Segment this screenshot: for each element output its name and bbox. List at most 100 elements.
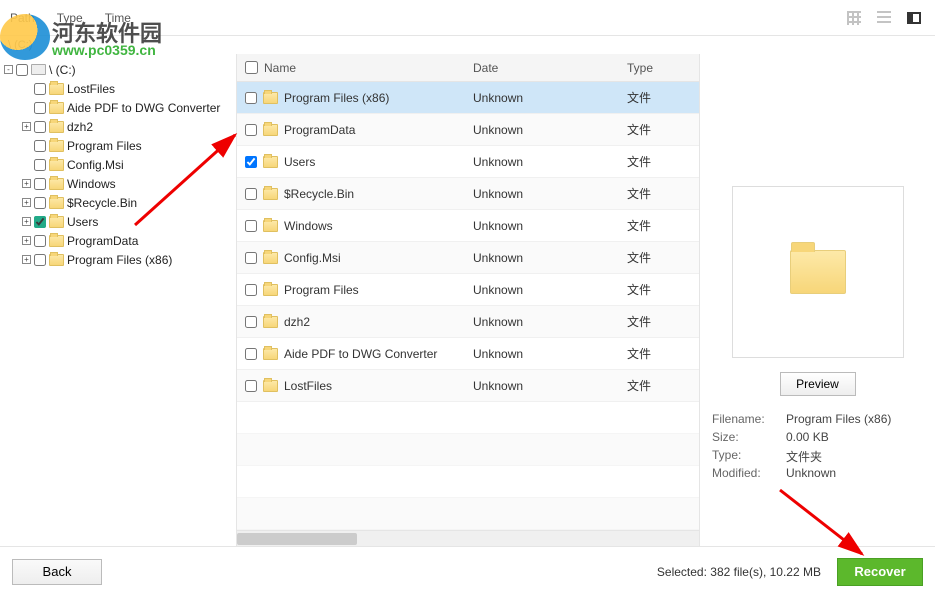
col-type[interactable]: Type (621, 61, 699, 75)
tree-checkbox[interactable] (34, 216, 46, 228)
horizontal-scrollbar[interactable] (237, 530, 699, 546)
tree-item[interactable]: Config.Msi (4, 155, 232, 174)
tree-checkbox[interactable] (34, 254, 46, 266)
expander-icon[interactable]: + (22, 236, 31, 245)
tree-checkbox[interactable] (34, 83, 46, 95)
view-grid-icon[interactable] (847, 11, 861, 25)
row-checkbox[interactable] (245, 380, 257, 392)
tree-item[interactable]: +Program Files (x86) (4, 250, 232, 269)
row-checkbox[interactable] (245, 124, 257, 136)
tree-checkbox[interactable] (16, 64, 28, 76)
row-date: Unknown (467, 379, 621, 393)
view-detail-icon[interactable] (907, 12, 921, 24)
tree-item[interactable]: +Users (4, 212, 232, 231)
col-date[interactable]: Date (467, 61, 621, 75)
tab-time[interactable]: Time (105, 11, 131, 25)
row-checkbox[interactable] (245, 92, 257, 104)
tree-checkbox[interactable] (34, 159, 46, 171)
row-type: 文件 (621, 345, 699, 362)
file-metadata: Filename:Program Files (x86)Size:0.00 KB… (712, 412, 923, 484)
row-date: Unknown (467, 91, 621, 105)
table-row[interactable]: $Recycle.BinUnknown文件 (237, 178, 699, 210)
tree-item[interactable]: Program Files (4, 136, 232, 155)
meta-row: Size:0.00 KB (712, 430, 923, 448)
tree-item[interactable]: Aide PDF to DWG Converter (4, 98, 232, 117)
row-date: Unknown (467, 219, 621, 233)
row-name: Config.Msi (284, 251, 341, 265)
folder-icon (49, 159, 64, 171)
meta-key: Filename: (712, 412, 786, 430)
tree-checkbox[interactable] (34, 178, 46, 190)
row-type: 文件 (621, 249, 699, 266)
tree-label: $Recycle.Bin (67, 196, 137, 210)
folder-icon (49, 235, 64, 247)
folder-icon (263, 92, 278, 104)
tree-item[interactable]: +dzh2 (4, 117, 232, 136)
row-checkbox[interactable] (245, 156, 257, 168)
folder-icon (263, 156, 278, 168)
row-checkbox[interactable] (245, 316, 257, 328)
preview-thumbnail (732, 186, 904, 358)
folder-icon (263, 284, 278, 296)
row-name: LostFiles (284, 379, 332, 393)
tree-checkbox[interactable] (34, 235, 46, 247)
folder-icon (49, 197, 64, 209)
tree-item[interactable]: -\ (C:) (4, 60, 232, 79)
preview-panel: Preview Filename:Program Files (x86)Size… (700, 54, 935, 546)
table-row[interactable]: dzh2Unknown文件 (237, 306, 699, 338)
tree-checkbox[interactable] (34, 121, 46, 133)
tree-label: Program Files (67, 139, 142, 153)
row-checkbox[interactable] (245, 252, 257, 264)
folder-icon (49, 216, 64, 228)
row-date: Unknown (467, 123, 621, 137)
row-type: 文件 (621, 377, 699, 394)
back-button[interactable]: Back (12, 559, 102, 585)
row-checkbox[interactable] (245, 284, 257, 296)
tree-checkbox[interactable] (34, 102, 46, 114)
row-name: Windows (284, 219, 333, 233)
folder-icon (263, 380, 278, 392)
expander-icon[interactable]: + (22, 198, 31, 207)
table-row[interactable]: Aide PDF to DWG ConverterUnknown文件 (237, 338, 699, 370)
tree-item[interactable]: LostFiles (4, 79, 232, 98)
tab-path[interactable]: Path (10, 11, 35, 25)
row-checkbox[interactable] (245, 220, 257, 232)
recover-button[interactable]: Recover (837, 558, 923, 586)
expander-icon[interactable]: + (22, 255, 31, 264)
expander-icon[interactable]: - (4, 65, 13, 74)
folder-icon (263, 220, 278, 232)
tree-label: Aide PDF to DWG Converter (67, 101, 220, 115)
tab-type[interactable]: Type (57, 11, 83, 25)
table-row[interactable]: WindowsUnknown文件 (237, 210, 699, 242)
col-name[interactable]: Name (264, 61, 296, 75)
table-row[interactable]: UsersUnknown文件 (237, 146, 699, 178)
expander-icon[interactable]: + (22, 122, 31, 131)
header-checkbox[interactable] (245, 61, 258, 74)
folder-icon (49, 140, 64, 152)
tree-checkbox[interactable] (34, 140, 46, 152)
view-list-icon[interactable] (877, 11, 891, 25)
folder-icon (790, 250, 846, 294)
table-row[interactable]: Program Files (x86)Unknown文件 (237, 82, 699, 114)
folder-icon (49, 178, 64, 190)
row-checkbox[interactable] (245, 348, 257, 360)
folder-icon (263, 188, 278, 200)
tree-item[interactable]: + $Recycle.Bin (4, 193, 232, 212)
expander-icon (22, 160, 31, 169)
folder-icon (263, 316, 278, 328)
table-row[interactable]: LostFiles Unknown文件 (237, 370, 699, 402)
expander-icon[interactable]: + (22, 217, 31, 226)
table-row[interactable]: Program FilesUnknown文件 (237, 274, 699, 306)
drive-icon (31, 64, 46, 75)
folder-tree[interactable]: -\ (C:) LostFiles Aide PDF to DWG Converte… (0, 54, 237, 546)
tree-item[interactable]: +Windows (4, 174, 232, 193)
tree-item[interactable]: +ProgramData (4, 231, 232, 250)
preview-button[interactable]: Preview (780, 372, 856, 396)
folder-icon (49, 83, 64, 95)
tree-label: LostFiles (67, 82, 115, 96)
expander-icon[interactable]: + (22, 179, 31, 188)
tree-checkbox[interactable] (34, 197, 46, 209)
table-row[interactable]: Config.MsiUnknown文件 (237, 242, 699, 274)
row-checkbox[interactable] (245, 188, 257, 200)
table-row[interactable]: ProgramDataUnknown文件 (237, 114, 699, 146)
